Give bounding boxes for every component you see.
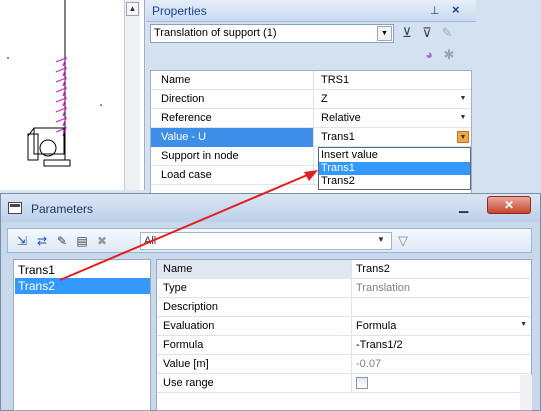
annotation-arrow — [59, 170, 318, 281]
